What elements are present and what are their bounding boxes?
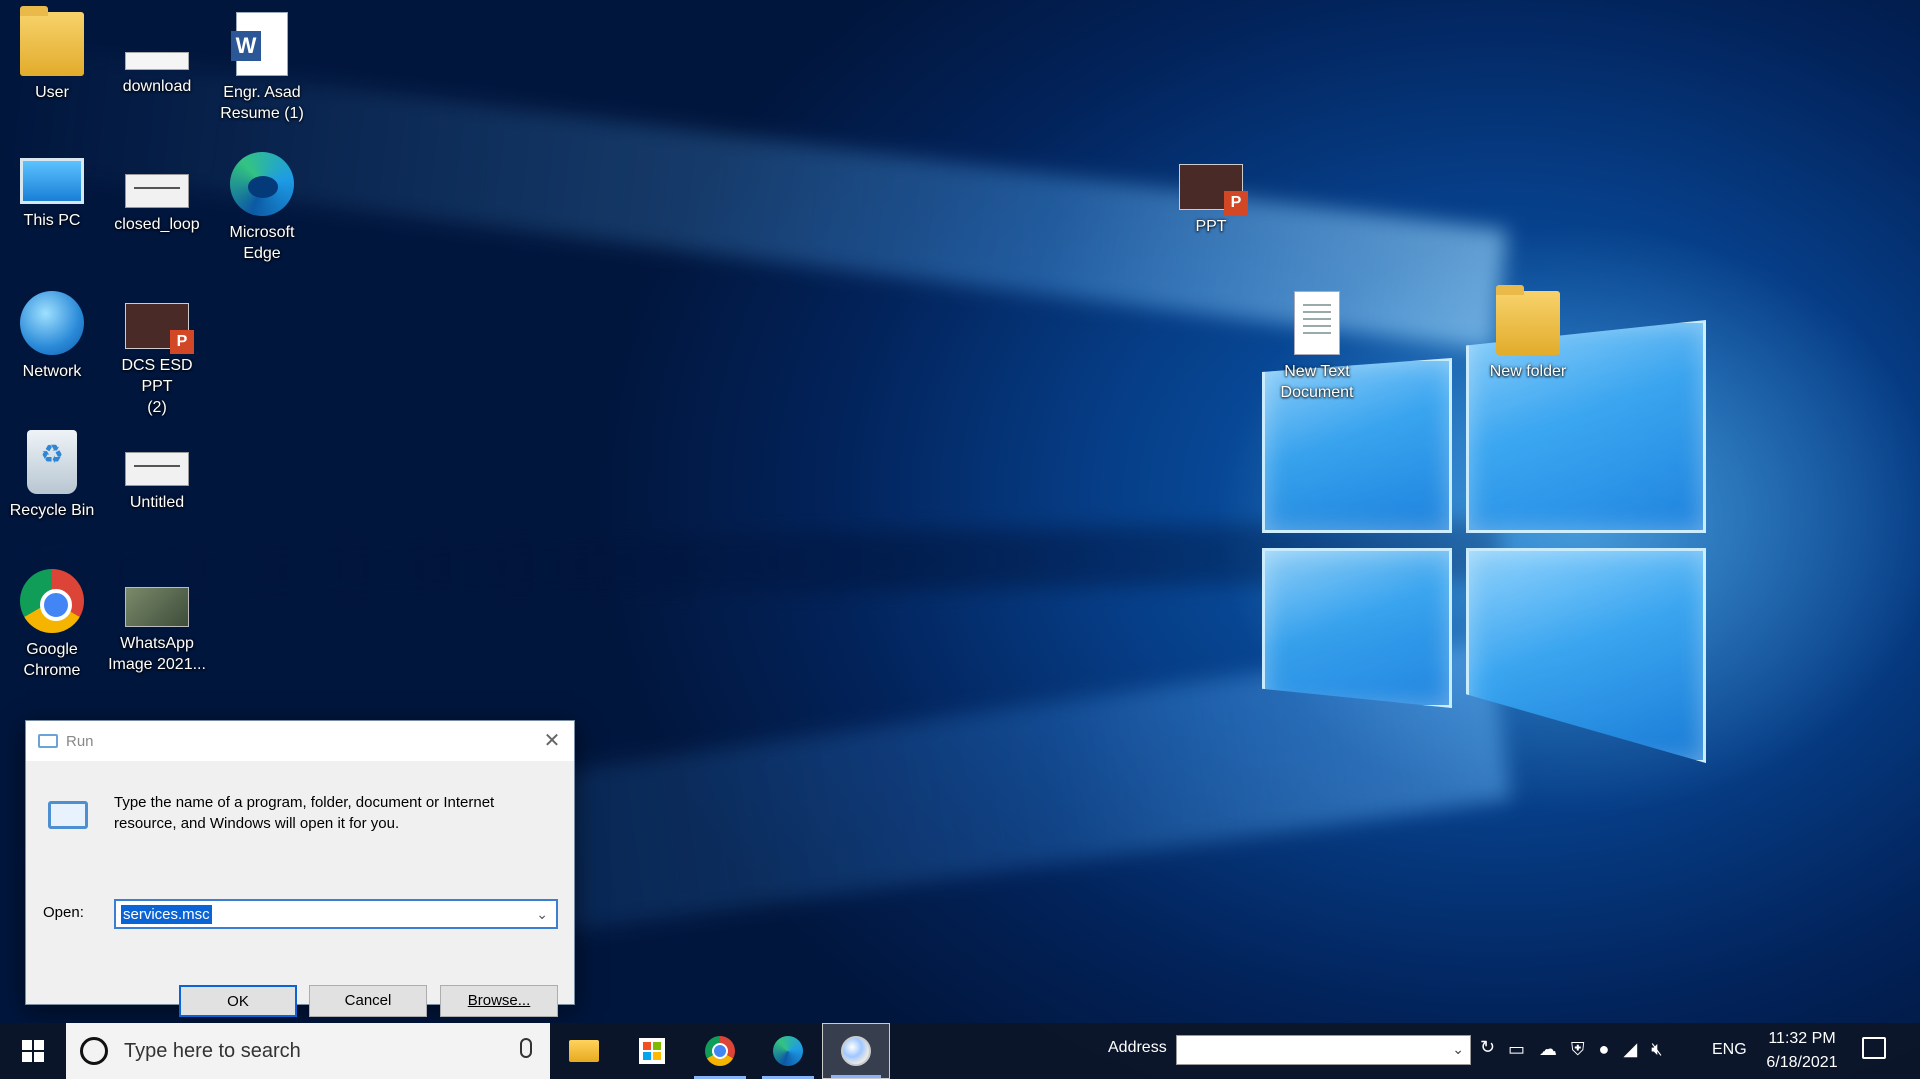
desktop-icon-closed-loop[interactable]: closed_loop [105, 152, 209, 235]
user-folder-icon [20, 6, 84, 76]
edge-icon [230, 152, 294, 216]
chevron-down-icon[interactable]: ⌄ [536, 906, 548, 923]
microphone-icon[interactable] [520, 1038, 532, 1058]
computer-icon [20, 158, 84, 204]
address-toolbar-label: Address [1108, 1039, 1167, 1056]
desktop-icon-resume[interactable]: Engr. Asad Resume (1) [210, 12, 314, 124]
cortana-icon [80, 1037, 108, 1065]
chrome-icon [705, 1036, 735, 1066]
icon-label: PPT [1195, 218, 1227, 235]
desktop-icon-dcs-esd-ppt[interactable]: DCS ESD PPT (2) [105, 291, 209, 418]
app-tray-icon[interactable]: ● [1599, 1039, 1610, 1060]
desktop-icon-user[interactable]: User [0, 6, 104, 103]
taskbar-search-box[interactable]: Type here to search [66, 1023, 550, 1079]
clock[interactable]: 11:32 PM 6/18/2021 [1760, 1027, 1844, 1075]
file-explorer-icon [569, 1040, 599, 1062]
notification-center-icon[interactable] [1862, 1037, 1886, 1059]
run-dialog: Run ✕ Type the name of a program, folder… [25, 720, 575, 1017]
wifi-icon[interactable]: ◢ [1623, 1039, 1637, 1060]
network-globe-icon [20, 291, 84, 355]
edge-icon [773, 1036, 803, 1066]
browse-label: Browse... [467, 992, 531, 1009]
desktop-icon-ppt[interactable]: PPT [1159, 152, 1263, 237]
volume-muted-icon[interactable]: 🔇︎ [1651, 1039, 1662, 1060]
desktop-icon-untitled[interactable]: Untitled [105, 430, 209, 513]
taskbar-google-chrome[interactable] [686, 1023, 754, 1079]
taskbar: Type here to search Address ⌄ ↻ ▭ ☁ ⛨ ● … [0, 1023, 1920, 1079]
onedrive-icon[interactable]: ☁ [1539, 1039, 1557, 1060]
open-combobox[interactable]: services.msc ⌄ [114, 899, 558, 929]
icon-label: WhatsApp Image 2021... [108, 635, 206, 673]
store-icon [639, 1038, 665, 1064]
icon-label: This PC [23, 212, 81, 229]
icon-label: New folder [1489, 363, 1567, 380]
close-button[interactable]: ✕ [538, 727, 566, 755]
icon-label: closed_loop [114, 216, 200, 233]
icon-label: New Text Document [1280, 363, 1354, 401]
desktop-icon-google-chrome[interactable]: Google Chrome [0, 569, 104, 681]
chrome-icon [20, 569, 84, 633]
security-shield-icon[interactable]: ⛨ [1571, 1039, 1585, 1060]
desktop-icon-new-folder[interactable]: New folder [1476, 285, 1580, 382]
battery-icon[interactable]: ▭ [1508, 1039, 1525, 1060]
desktop-icon-this-pc[interactable]: This PC [0, 152, 104, 231]
chevron-down-icon[interactable]: ⌄ [1452, 1041, 1464, 1058]
image-thumbnail-icon [125, 52, 189, 70]
powerpoint-icon [1179, 164, 1248, 215]
logo-pane [1466, 548, 1706, 763]
close-icon: ✕ [543, 730, 561, 752]
system-tray: ▭ ☁ ⛨ ● ◢ 🔇︎ [1508, 1039, 1663, 1060]
text-document-icon [1294, 291, 1340, 355]
logo-pane [1262, 548, 1452, 708]
taskbar-microsoft-edge[interactable] [754, 1023, 822, 1079]
run-dialog-titlebar[interactable]: Run [26, 721, 574, 761]
run-dialog-body: Type the name of a program, folder, docu… [26, 761, 574, 1017]
icon-label: DCS ESD PPT (2) [121, 357, 193, 416]
windows-icon [22, 1040, 44, 1062]
run-program-icon [48, 801, 88, 829]
run-description: Type the name of a program, folder, docu… [114, 794, 495, 832]
icon-label: Recycle Bin [9, 502, 95, 519]
icon-label: Engr. Asad Resume (1) [220, 84, 304, 122]
run-app-icon [38, 734, 58, 748]
image-thumbnail-icon [125, 174, 189, 208]
cancel-button[interactable]: Cancel [309, 985, 427, 1017]
icon-label: User [35, 84, 69, 101]
taskbar-file-explorer[interactable] [550, 1023, 618, 1079]
clock-date: 6/18/2021 [1766, 1054, 1838, 1071]
address-input[interactable]: ⌄ [1176, 1035, 1471, 1065]
paint-icon [841, 1036, 871, 1066]
ok-button[interactable]: OK [179, 985, 297, 1017]
desktop-icon-download[interactable]: download [105, 12, 209, 97]
clock-time: 11:32 PM [1768, 1030, 1836, 1047]
language-indicator[interactable]: ENG [1712, 1041, 1747, 1059]
image-thumbnail-icon [125, 587, 189, 627]
start-button[interactable] [0, 1023, 66, 1079]
open-label: Open: [43, 904, 84, 921]
search-placeholder: Type here to search [124, 1039, 301, 1062]
desktop-icon-network[interactable]: Network [0, 291, 104, 382]
icon-label: Untitled [129, 494, 185, 511]
taskbar-microsoft-store[interactable] [618, 1023, 686, 1079]
image-thumbnail-icon [125, 452, 189, 486]
desktop-icon-recycle-bin[interactable]: Recycle Bin [0, 430, 104, 521]
icon-label: Network [22, 363, 82, 380]
icon-label: download [122, 78, 192, 95]
desktop-icon-new-text-document[interactable]: New Text Document [1265, 291, 1369, 403]
folder-icon [1496, 285, 1560, 355]
recycle-bin-icon [27, 430, 77, 494]
icon-label: Google Chrome [23, 641, 81, 679]
browse-button[interactable]: Browse... [440, 985, 558, 1017]
taskbar-paint[interactable] [822, 1023, 890, 1079]
icon-label: Microsoft Edge [229, 224, 295, 262]
powerpoint-icon [125, 303, 194, 354]
desktop-icon-whatsapp-image[interactable]: WhatsApp Image 2021... [105, 569, 209, 675]
run-dialog-title: Run [66, 732, 94, 750]
open-input-value[interactable]: services.msc [121, 905, 212, 924]
desktop-icon-edge[interactable]: Microsoft Edge [210, 152, 314, 264]
refresh-icon[interactable]: ↻ [1480, 1037, 1495, 1058]
word-document-icon [231, 12, 288, 76]
